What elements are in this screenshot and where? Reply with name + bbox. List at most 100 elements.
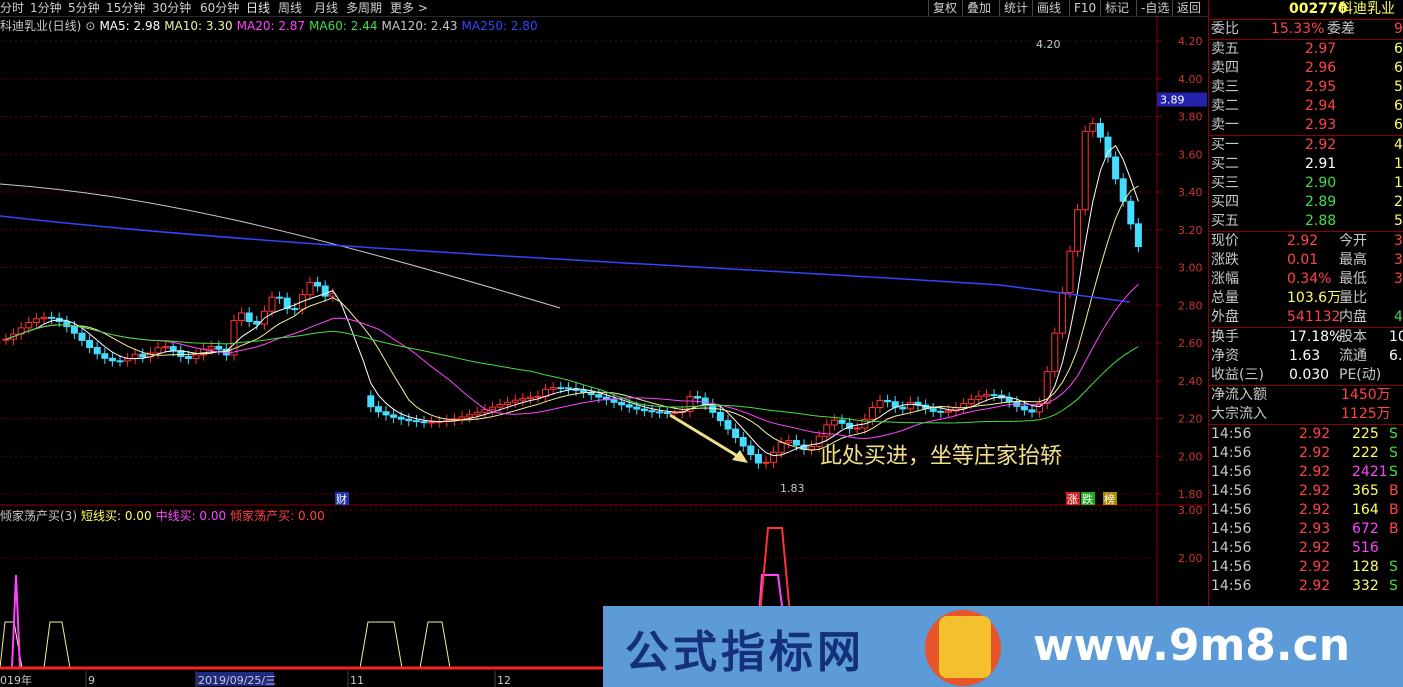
flow-row: 大宗流入 1125万 bbox=[1209, 405, 1403, 424]
period-tab[interactable]: 60分钟 bbox=[200, 0, 239, 16]
price: 2.92 bbox=[1299, 445, 1331, 461]
ma-label: MA120: 2.43 bbox=[381, 19, 458, 33]
candle-body bbox=[1058, 291, 1066, 334]
side: S bbox=[1389, 445, 1398, 461]
price: 2.97 bbox=[1305, 41, 1337, 57]
buy-row: 买二 2.91 12 bbox=[1209, 155, 1403, 174]
buy-row: 买五 2.88 5 bbox=[1209, 212, 1403, 231]
price: 2.92 bbox=[1299, 540, 1331, 556]
settings-icon[interactable]: ⊙ bbox=[85, 19, 95, 33]
time: 14:56 bbox=[1211, 502, 1252, 518]
period-tab[interactable]: 更多 > bbox=[390, 0, 428, 16]
toolbar-button[interactable]: 统计 bbox=[999, 0, 1028, 16]
toolbar-button[interactable]: 标记 bbox=[1100, 0, 1129, 16]
label: 大宗流入 bbox=[1211, 406, 1267, 422]
indicator-label: 短线买: 0.00 bbox=[81, 509, 152, 523]
toolbar-button[interactable]: 画线 bbox=[1032, 0, 1061, 16]
watermark-title: 公式指标网 bbox=[625, 627, 865, 678]
candle-body bbox=[32, 318, 40, 323]
stock-name: 科迪乳业 bbox=[1339, 1, 1395, 17]
stock-header: 002770 科迪乳业 bbox=[1209, 0, 1403, 19]
value: 10 bbox=[1389, 329, 1403, 345]
stat-row: 现价 2.92 今开 3 bbox=[1209, 232, 1403, 251]
period-tab[interactable]: 分时 bbox=[0, 0, 24, 16]
ma120-line bbox=[0, 183, 561, 309]
stat-row: 净资 1.63 流通 6.0 bbox=[1209, 347, 1403, 366]
ma-line bbox=[5, 324, 1139, 424]
label: 最高 bbox=[1339, 252, 1367, 268]
y-tick-label: 2.00 bbox=[1178, 552, 1203, 565]
candle-body bbox=[306, 281, 314, 296]
candle-body bbox=[694, 396, 702, 399]
sell-row: 卖四 2.96 6 bbox=[1209, 59, 1403, 78]
candle-body bbox=[48, 316, 56, 319]
candle-body bbox=[458, 416, 466, 420]
ma-label: MA10: 3.30 bbox=[164, 19, 233, 33]
candle-body bbox=[1134, 223, 1142, 247]
time: 14:56 bbox=[1211, 483, 1252, 499]
y-tick-label: 2.20 bbox=[1178, 413, 1203, 426]
candle-body bbox=[739, 437, 747, 447]
toolbar-button[interactable]: 返回 bbox=[1172, 0, 1201, 16]
stat-row: 换手 17.18% 股本 10 bbox=[1209, 328, 1403, 347]
period-tab[interactable]: 15分钟 bbox=[106, 0, 145, 16]
value: 3 bbox=[1394, 271, 1403, 287]
stat-row: 涨幅 0.34% 最低 3 bbox=[1209, 270, 1403, 289]
candle-body bbox=[1081, 130, 1089, 211]
candle-body bbox=[557, 387, 565, 390]
candle-body bbox=[374, 406, 382, 413]
candle-body bbox=[519, 397, 527, 401]
price: 2.92 bbox=[1305, 137, 1337, 153]
candle-body bbox=[1020, 405, 1028, 411]
period-tab[interactable]: 5分钟 bbox=[68, 0, 100, 16]
period-tab[interactable]: 1分钟 bbox=[30, 0, 62, 16]
candle-body bbox=[792, 439, 800, 446]
quote-panel: 002770 科迪乳业 委比 15.33% 委差 9 卖五 2.97 6 卖四 2.96 6 卖三 2.9… bbox=[1208, 0, 1403, 687]
buy-row: 买一 2.92 4 bbox=[1209, 136, 1403, 155]
vol: 5 bbox=[1394, 213, 1403, 229]
kline-chart[interactable]: 4.20 4.00 3.80 3.60 3.40 3.20 3.00 2.80 2.60 2.40… bbox=[0, 0, 1208, 687]
value: 0.030 bbox=[1289, 367, 1330, 383]
value: 103.6万 bbox=[1287, 290, 1342, 306]
tick-row: 14:56 2.92 2421 S bbox=[1209, 463, 1403, 482]
candle-body bbox=[1104, 136, 1112, 158]
y-tick-label: 2.60 bbox=[1178, 337, 1203, 350]
label: 总量 bbox=[1211, 290, 1239, 306]
label: 收益(三) bbox=[1211, 367, 1264, 383]
y-tick-label: 1.80 bbox=[1178, 488, 1203, 501]
label: 最低 bbox=[1339, 271, 1367, 287]
period-tab[interactable]: 日线 bbox=[246, 0, 270, 16]
period-tab[interactable]: 周线 bbox=[278, 0, 302, 16]
candle-body bbox=[884, 399, 892, 403]
candle-body bbox=[770, 451, 778, 463]
vol: 2 bbox=[1394, 194, 1403, 210]
period-tab[interactable]: 月线 bbox=[314, 0, 338, 16]
sell-row: 卖三 2.95 5 bbox=[1209, 78, 1403, 97]
candle-body bbox=[762, 461, 770, 464]
toolbar-button[interactable]: 复权 bbox=[928, 0, 957, 16]
candle-body bbox=[314, 281, 322, 287]
vol: 6 bbox=[1394, 117, 1403, 133]
watermark-url: www.9m8.cn bbox=[1033, 620, 1351, 671]
vol: 6 bbox=[1394, 41, 1403, 57]
side: S bbox=[1389, 578, 1398, 594]
candle-body bbox=[1127, 200, 1135, 225]
sell-row: 卖一 2.93 6 bbox=[1209, 116, 1403, 135]
candle-body bbox=[276, 296, 284, 299]
candle-body bbox=[139, 353, 147, 358]
candle-body bbox=[610, 399, 618, 403]
period-tab[interactable]: 多周期 bbox=[346, 0, 382, 16]
time: 14:56 bbox=[1211, 426, 1252, 442]
toolbar-button[interactable]: -自选 bbox=[1136, 0, 1169, 16]
price: 2.91 bbox=[1305, 156, 1337, 172]
period-tab[interactable]: 30分钟 bbox=[152, 0, 191, 16]
short-buy-line bbox=[0, 621, 600, 669]
toolbar-button[interactable]: F10 bbox=[1069, 0, 1096, 16]
candle-body bbox=[93, 347, 101, 355]
toolbar-button[interactable]: 叠加 bbox=[962, 0, 991, 16]
label: 外盘 bbox=[1211, 309, 1239, 325]
candle-body bbox=[1028, 409, 1036, 413]
candle-body bbox=[808, 445, 816, 450]
time: 14:56 bbox=[1211, 464, 1252, 480]
label: 今开 bbox=[1339, 233, 1367, 249]
